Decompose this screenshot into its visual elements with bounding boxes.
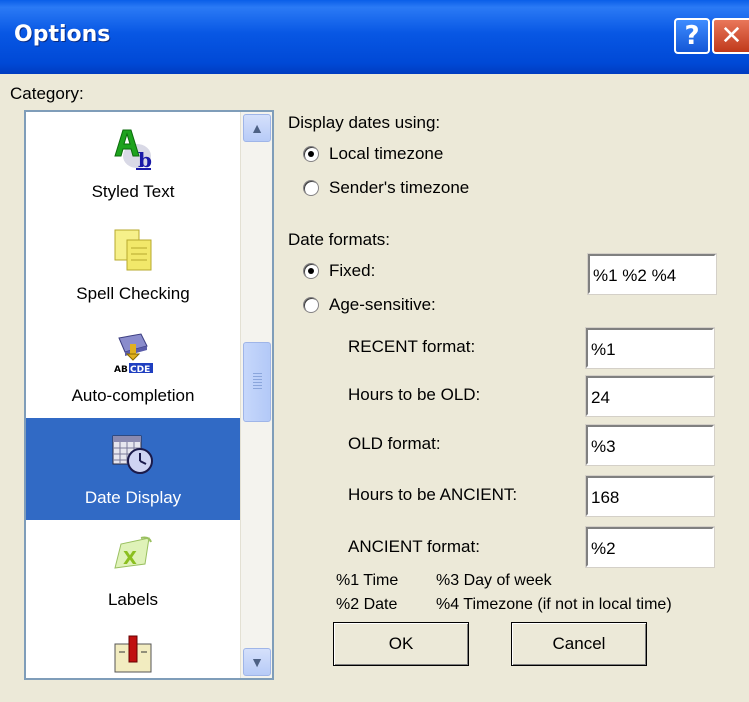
category-item-label: Styled Text	[91, 182, 175, 201]
labels-icon: X	[114, 536, 152, 569]
category-label: Category:	[10, 84, 84, 103]
radio-label: Local timezone	[329, 144, 444, 163]
category-item-styled-text[interactable]: b Styled Text	[26, 112, 240, 214]
date-display-icon	[112, 435, 153, 474]
legend-timezone: %4 Timezone (if not in local time)	[436, 596, 672, 613]
recent-format-input[interactable]	[585, 327, 715, 369]
radio-indicator[interactable]	[303, 180, 319, 196]
radio-age-sensitive[interactable]: Age-sensitive:	[303, 295, 436, 315]
radio-indicator[interactable]	[303, 297, 319, 313]
svg-text:X: X	[123, 548, 137, 569]
category-list[interactable]: b Styled Text Spell Checking AB CDE Auto…	[24, 110, 274, 680]
scroll-thumb[interactable]	[243, 342, 271, 422]
category-item-label: Date Display	[84, 488, 182, 507]
recent-format-label: RECENT format:	[348, 337, 476, 356]
close-icon: ✕	[720, 21, 743, 51]
hours-old-label: Hours to be OLD:	[348, 385, 481, 404]
scroll-down-button[interactable]: ▼	[243, 648, 271, 676]
scroll-up-button[interactable]: ▲	[243, 114, 271, 142]
svg-text:CDE: CDE	[130, 365, 150, 374]
help-button[interactable]: ?	[674, 18, 710, 54]
category-item-auto-completion[interactable]: AB CDE Auto-completion	[26, 316, 240, 418]
radio-indicator[interactable]	[303, 146, 319, 162]
category-item-next[interactable]	[26, 622, 240, 678]
legend-time: %1 Time	[336, 572, 399, 589]
category-item-label: Spell Checking	[76, 284, 190, 303]
styled-text-icon: b	[114, 129, 152, 170]
date-formats-label: Date formats:	[288, 230, 391, 249]
ancient-format-input[interactable]	[585, 526, 715, 568]
grip-icon	[253, 373, 262, 391]
svg-text:AB: AB	[114, 365, 128, 374]
options-dialog: Options ? ✕ Category: b Styled Text Spel…	[0, 0, 749, 702]
old-format-label: OLD format:	[348, 434, 441, 453]
radio-sender-timezone[interactable]: Sender's timezone	[303, 178, 469, 198]
title-bar[interactable]: Options ? ✕	[0, 0, 749, 74]
category-item-date-display[interactable]: Date Display	[26, 418, 240, 520]
radio-local-timezone[interactable]: Local timezone	[303, 144, 443, 164]
legend-date: %2 Date	[336, 596, 398, 613]
chevron-down-icon: ▼	[250, 654, 264, 670]
next-category-icon	[114, 635, 152, 673]
ok-button[interactable]: OK	[333, 622, 469, 666]
auto-completion-icon: AB CDE	[113, 333, 153, 374]
spell-check-icon	[114, 229, 152, 271]
radio-label: Age-sensitive:	[329, 295, 436, 314]
legend-day-of-week: %3 Day of week	[436, 572, 552, 589]
radio-label: Fixed:	[329, 261, 376, 280]
hours-old-input[interactable]	[585, 375, 715, 417]
fixed-format-input[interactable]	[587, 253, 717, 295]
category-item-labels[interactable]: X Labels	[26, 520, 240, 622]
old-format-input[interactable]	[585, 424, 715, 466]
svg-text:b: b	[138, 148, 152, 170]
category-item-label: Labels	[107, 590, 159, 609]
radio-indicator[interactable]	[303, 263, 319, 279]
radio-fixed[interactable]: Fixed:	[303, 261, 375, 281]
help-icon: ?	[684, 21, 700, 51]
category-item-spell-checking[interactable]: Spell Checking	[26, 214, 240, 316]
hours-ancient-label: Hours to be ANCIENT:	[348, 485, 518, 504]
cancel-button[interactable]: Cancel	[511, 622, 647, 666]
ancient-format-label: ANCIENT format:	[348, 537, 480, 556]
category-scrollbar[interactable]: ▲ ▼	[240, 112, 272, 678]
close-button[interactable]: ✕	[712, 18, 749, 54]
window-title: Options	[14, 22, 111, 47]
hours-ancient-input[interactable]	[585, 475, 715, 517]
radio-label: Sender's timezone	[329, 178, 470, 197]
category-item-label: Auto-completion	[71, 386, 195, 405]
chevron-up-icon: ▲	[250, 120, 264, 136]
display-dates-label: Display dates using:	[288, 113, 441, 132]
